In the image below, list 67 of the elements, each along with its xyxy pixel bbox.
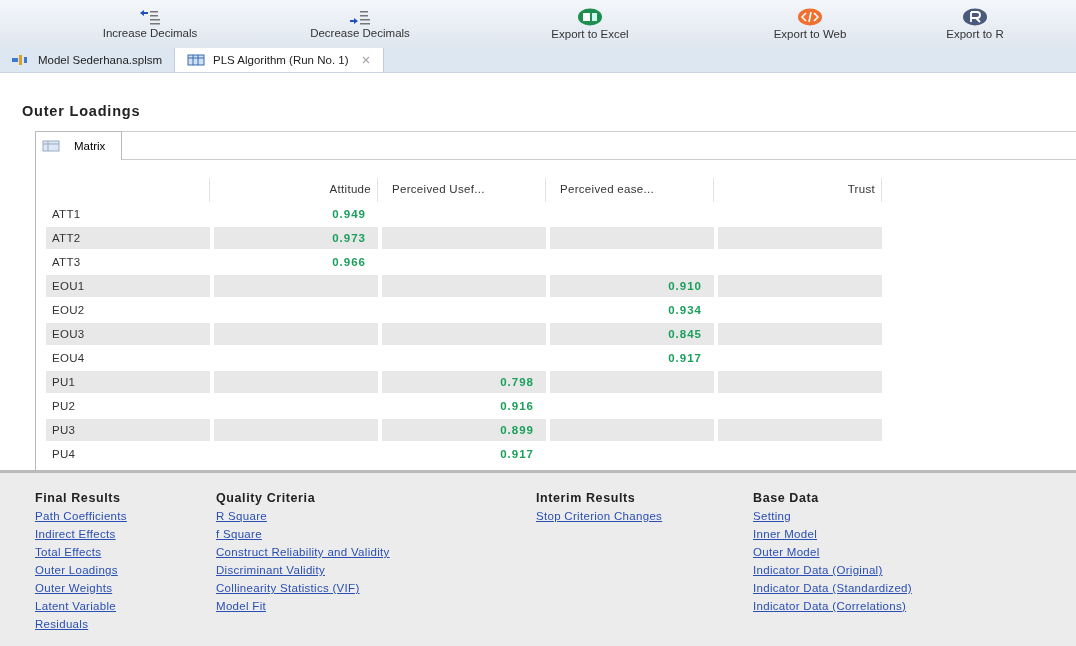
report-link[interactable]: Indicator Data (Correlations) [753, 597, 912, 615]
model-icon [12, 54, 30, 66]
toolbar-button[interactable]: Export to R [920, 6, 1030, 42]
row-header: PU3 [46, 419, 210, 441]
row-header: PU1 [46, 371, 210, 393]
row-header: EOU4 [51, 351, 86, 366]
report-link[interactable]: Path Coefficients [35, 507, 216, 525]
table-icon [187, 54, 205, 66]
report-link[interactable]: Outer Model [753, 543, 912, 561]
table-cell-text: 0.949 [331, 207, 367, 222]
row-header: ATT2 [46, 227, 210, 249]
report-link[interactable]: Collinearity Statistics (VIF) [216, 579, 536, 597]
report-link[interactable]: Residuals [35, 615, 216, 633]
view-tab[interactable]: Matrix [36, 131, 123, 160]
report-link[interactable]: Indirect Effects [35, 525, 216, 543]
toolbar-button[interactable]: Export to Web [700, 6, 920, 42]
group-heading: Base Data [753, 491, 820, 505]
report-link[interactable]: f Square [216, 525, 536, 543]
section-title: Outer Loadings [22, 102, 142, 121]
group-heading: Quality Criteria [216, 491, 317, 505]
toolbar-button[interactable]: Export to Excel [480, 6, 700, 42]
report-link[interactable]: R Square [216, 507, 536, 525]
row-header: ATT3 [51, 255, 82, 270]
report-link[interactable]: Indicator Data (Original) [753, 561, 912, 579]
letter-badge-icon [962, 8, 988, 26]
report-link[interactable]: Outer Loadings [35, 561, 216, 579]
table-cell: 0.973 [214, 227, 378, 249]
close-icon[interactable] [360, 55, 371, 65]
report-link[interactable]: Model Fit [216, 597, 536, 615]
column-header[interactable]: Perceived Usef... [382, 178, 546, 202]
toolbar-button[interactable]: Increase Decimals [60, 7, 240, 41]
report-link[interactable]: Indicator Data (Standardized) [753, 579, 912, 597]
decimal-arrow-icon [139, 9, 161, 25]
report-link[interactable]: Latent Variable [35, 597, 216, 615]
report-link[interactable]: Inner Model [753, 525, 912, 543]
table-icon [42, 140, 60, 152]
report-link[interactable]: Construct Reliability and Validity [216, 543, 536, 561]
table-cell: 0.845 [550, 323, 714, 345]
spreadsheet-icon [577, 8, 603, 26]
column-header[interactable]: Trust [718, 178, 882, 202]
column-header[interactable]: Perceived ease... [550, 178, 714, 202]
table-cell-text: 0.917 [499, 447, 535, 462]
code-tag-icon [797, 8, 823, 26]
row-header: ATT1 [51, 207, 82, 222]
row-header: PU2 [51, 399, 77, 414]
editor-tab[interactable]: PLS Algorithm (Run No. 1) [175, 48, 384, 72]
table-cell-text: 0.966 [331, 255, 367, 270]
report-link[interactable]: Stop Criterion Changes [536, 507, 753, 525]
table-cell: 0.910 [550, 275, 714, 297]
group-heading: Final Results [35, 491, 122, 505]
table-cell: 0.798 [382, 371, 546, 393]
row-header: EOU1 [46, 275, 210, 297]
table-cell-text: 0.934 [667, 303, 703, 318]
report-link[interactable]: Outer Weights [35, 579, 216, 597]
report-link[interactable]: Discriminant Validity [216, 561, 536, 579]
group-heading: Interim Results [536, 491, 637, 505]
report-link[interactable]: Total Effects [35, 543, 216, 561]
row-header: PU4 [51, 447, 77, 462]
table-cell-text: 0.917 [667, 351, 703, 366]
row-header: EOU3 [46, 323, 210, 345]
decimal-arrow-icon [349, 9, 371, 25]
toolbar-button[interactable]: Decrease Decimals [240, 7, 480, 41]
report-link[interactable]: Setting [753, 507, 912, 525]
table-cell: 0.899 [382, 419, 546, 441]
row-header: EOU2 [51, 303, 86, 318]
table-cell-text: 0.916 [499, 399, 535, 414]
column-header[interactable]: Attitude [214, 178, 378, 202]
